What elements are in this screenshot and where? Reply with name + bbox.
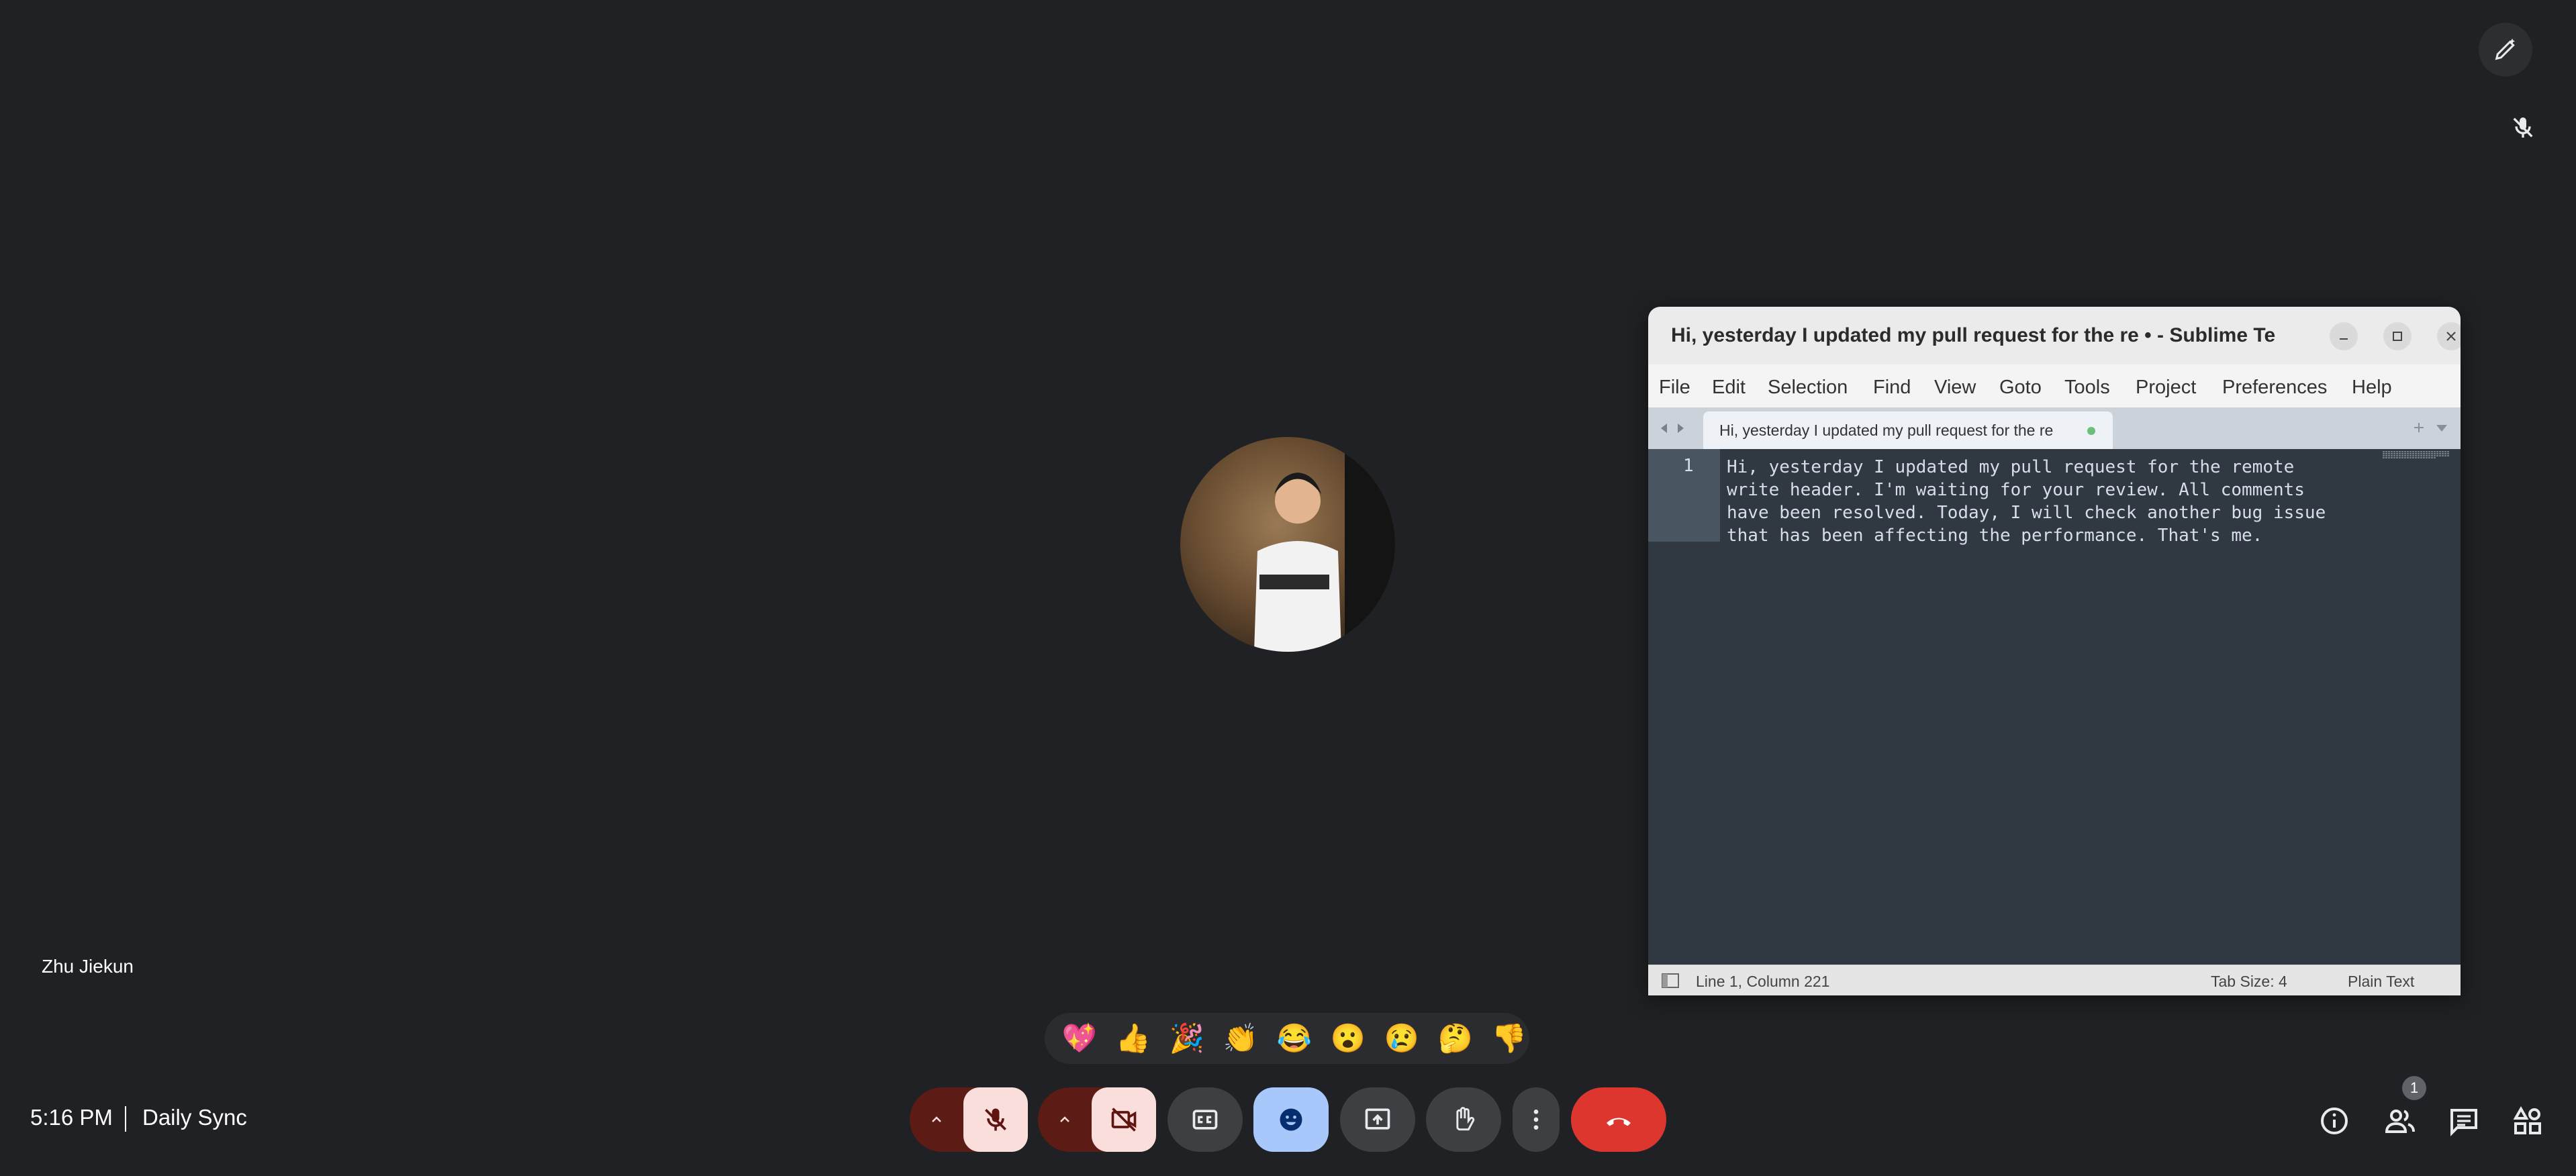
- camera-toggle-button[interactable]: [1092, 1087, 1156, 1152]
- reaction-sad[interactable]: 😢: [1383, 1021, 1421, 1056]
- minimap[interactable]: [2381, 450, 2455, 460]
- unsaved-dot-icon: [2087, 427, 2095, 435]
- activities-button[interactable]: [2508, 1101, 2548, 1141]
- chevron-up-icon: [1060, 1116, 1069, 1122]
- menu-tools[interactable]: Tools: [2064, 377, 2110, 399]
- mic-toggle-button[interactable]: [963, 1087, 1028, 1152]
- menu-file[interactable]: File: [1659, 377, 1690, 399]
- tab-nav-right-icon[interactable]: [1675, 422, 1686, 434]
- reaction-thumbs-down[interactable]: 👎: [1490, 1021, 1528, 1056]
- meeting-time: 5:16 PM: [30, 1105, 113, 1130]
- participant-muted-icon: [2510, 114, 2536, 141]
- reaction-clapping[interactable]: 👏: [1222, 1021, 1259, 1056]
- camera-off-icon: [1111, 1108, 1137, 1132]
- participant-count-badge: 1: [2402, 1076, 2426, 1100]
- sublime-text-window[interactable]: Hi, yesterday I updated my pull request …: [1648, 307, 2461, 995]
- text-editor-area[interactable]: Hi, yesterday I updated my pull request …: [1727, 449, 2398, 848]
- avatar: [1180, 437, 1395, 652]
- menu-help[interactable]: Help: [2352, 377, 2392, 399]
- reaction-sparkling-heart[interactable]: 💖: [1061, 1021, 1098, 1056]
- menu-preferences[interactable]: Preferences: [2222, 377, 2327, 399]
- leave-call-button[interactable]: [1571, 1087, 1666, 1152]
- captions-button[interactable]: [1167, 1087, 1243, 1152]
- status-bar: Line 1, Column 221 Tab Size: 4 Plain Tex…: [1648, 965, 2461, 995]
- call-end-icon: [1607, 1118, 1631, 1126]
- reaction-thinking[interactable]: 🤔: [1437, 1021, 1474, 1056]
- more-options-button[interactable]: [1513, 1087, 1560, 1152]
- window-title: Hi, yesterday I updated my pull request …: [1671, 324, 2275, 346]
- reaction-party-popper[interactable]: 🎉: [1168, 1021, 1206, 1056]
- reaction-surprised[interactable]: 😮: [1329, 1021, 1367, 1056]
- syntax-mode[interactable]: Plain Text: [2348, 973, 2414, 991]
- pen-icon: [2495, 38, 2515, 60]
- people-icon: [2385, 1110, 2415, 1133]
- chat-icon: [2450, 1109, 2477, 1136]
- annotate-button[interactable]: [2479, 23, 2532, 77]
- new-tab-icon[interactable]: [2412, 421, 2426, 434]
- tab-bar: Hi, yesterday I updated my pull request …: [1648, 407, 2461, 449]
- text-line: have been resolved. Today, I will check …: [1727, 503, 2326, 523]
- audio-settings-button[interactable]: [910, 1087, 963, 1152]
- send-reaction-button[interactable]: [1253, 1087, 1329, 1152]
- reaction-thumbs-up[interactable]: 👍: [1114, 1021, 1152, 1056]
- minimize-button[interactable]: [2330, 322, 2358, 350]
- tab-document[interactable]: Hi, yesterday I updated my pull request …: [1703, 411, 2113, 449]
- maximize-icon: [2393, 332, 2402, 341]
- activities-icon: [2513, 1106, 2541, 1134]
- mic-off-icon: [985, 1108, 1006, 1131]
- minimize-icon: [2340, 338, 2348, 340]
- menu-find[interactable]: Find: [1873, 377, 1911, 399]
- close-icon: [2446, 332, 2456, 341]
- menu-selection[interactable]: Selection: [1768, 377, 1848, 399]
- present-screen-button[interactable]: [1340, 1087, 1415, 1152]
- meeting-details-button[interactable]: [2314, 1101, 2354, 1141]
- tab-size[interactable]: Tab Size: 4: [2211, 973, 2287, 991]
- captions-icon: [1192, 1110, 1218, 1130]
- text-line: that has been affecting the performance.…: [1727, 526, 2263, 546]
- menu-project[interactable]: Project: [2136, 377, 2196, 399]
- reactions-bar: 💖 👍 🎉 👏 😂 😮 😢 🤔 👎: [1045, 1013, 1529, 1064]
- chevron-up-icon: [932, 1116, 941, 1122]
- text-line: write header. I'm waiting for your revie…: [1727, 480, 2305, 500]
- maximize-button[interactable]: [2383, 322, 2412, 350]
- camera-control: [1038, 1087, 1156, 1152]
- more-vert-icon: [1533, 1110, 1539, 1130]
- active-line-gutter: 1: [1648, 449, 1720, 542]
- close-button[interactable]: [2437, 322, 2461, 350]
- people-button[interactable]: [2380, 1101, 2420, 1141]
- editor-text[interactable]: Hi, yesterday I updated my pull request …: [1727, 456, 2326, 547]
- cursor-position: Line 1, Column 221: [1696, 973, 1830, 990]
- chat-button[interactable]: [2444, 1101, 2484, 1141]
- window-titlebar[interactable]: Hi, yesterday I updated my pull request …: [1648, 307, 2461, 364]
- microphone-control: [910, 1087, 1028, 1152]
- menu-bar: File Edit Selection Find View Goto Tools…: [1648, 364, 2461, 408]
- tab-label: Hi, yesterday I updated my pull request …: [1719, 422, 2054, 439]
- menu-view[interactable]: View: [1934, 377, 1976, 399]
- text-line: Hi, yesterday I updated my pull request …: [1727, 457, 2295, 477]
- sidebar-toggle-icon[interactable]: [1662, 973, 1679, 988]
- reaction-tears-of-joy[interactable]: 😂: [1276, 1021, 1313, 1056]
- hand-icon: [1456, 1107, 1475, 1131]
- participant-name: Zhu Jiekun: [42, 956, 134, 977]
- tab-nav-left-icon[interactable]: [1659, 422, 1670, 434]
- divider: [125, 1106, 126, 1132]
- tab-list-dropdown-icon[interactable]: [2435, 424, 2448, 433]
- line-number: 1: [1683, 456, 1694, 476]
- menu-goto[interactable]: Goto: [1999, 377, 2042, 399]
- info-icon: [2321, 1108, 2348, 1134]
- menu-edit[interactable]: Edit: [1712, 377, 1746, 399]
- present-icon: [1365, 1108, 1390, 1130]
- raise-hand-button[interactable]: [1426, 1087, 1501, 1152]
- emoji-icon: [1280, 1108, 1302, 1131]
- meeting-title: Daily Sync: [142, 1105, 247, 1130]
- video-settings-button[interactable]: [1038, 1087, 1092, 1152]
